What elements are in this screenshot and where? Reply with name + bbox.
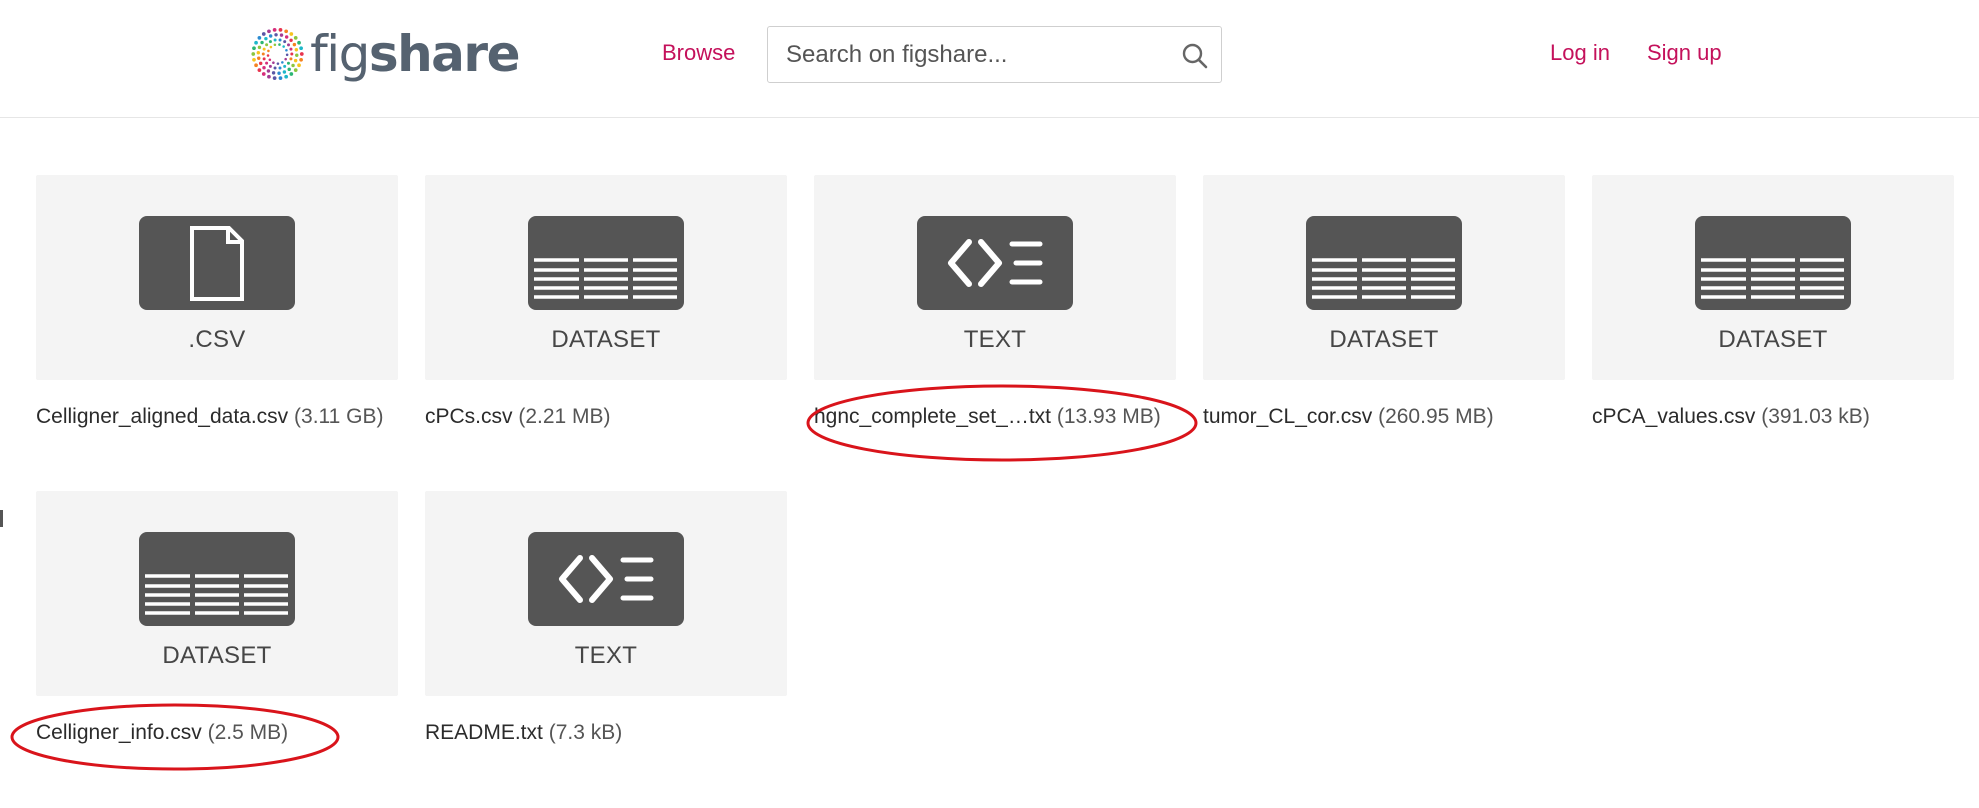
file-type-label: DATASET xyxy=(1718,326,1828,353)
figshare-dots-logo-icon xyxy=(251,28,304,80)
search-input[interactable] xyxy=(786,27,1166,82)
file-link-hgnc-complete-set[interactable]: hgnc_complete_set_…txt (13.93 MB) xyxy=(814,405,1161,429)
file-tile-celligner-info[interactable]: DATASET xyxy=(36,491,398,696)
file-link-tumor-cl-cor[interactable]: tumor_CL_cor.csv (260.95 MB) xyxy=(1203,405,1494,429)
site-header: figshare Browse Log in Sign up xyxy=(0,0,1979,118)
file-type-label: DATASET xyxy=(551,326,661,353)
file-type-label: TEXT xyxy=(963,326,1027,353)
signup-link[interactable]: Sign up xyxy=(1647,40,1722,66)
file-tile-readme[interactable]: TEXT xyxy=(425,491,787,696)
file-tile-tumor-cl-cor[interactable]: DATASET xyxy=(1203,175,1565,380)
file-icon xyxy=(139,216,295,310)
code-text-icon xyxy=(917,216,1073,310)
search-box xyxy=(767,26,1222,83)
table-icon xyxy=(528,216,684,310)
login-link[interactable]: Log in xyxy=(1550,40,1610,66)
page-edge-marker xyxy=(0,510,3,527)
table-icon xyxy=(1695,216,1851,310)
file-type-label: DATASET xyxy=(162,642,272,669)
table-icon xyxy=(1306,216,1462,310)
browse-link[interactable]: Browse xyxy=(662,40,735,66)
file-tile-cpca-values[interactable]: DATASET xyxy=(1592,175,1954,380)
file-type-label: .CSV xyxy=(188,326,246,353)
file-tile-hgnc-complete-set[interactable]: TEXT xyxy=(814,175,1176,380)
file-tile-celligner-aligned-data[interactable]: .CSV xyxy=(36,175,398,380)
file-link-cpcs[interactable]: cPCs.csv (2.21 MB) xyxy=(425,405,611,429)
table-icon xyxy=(139,532,295,626)
file-link-celligner-aligned-data[interactable]: Celligner_aligned_data.csv (3.11 GB) xyxy=(36,405,384,429)
figshare-logo[interactable]: figshare xyxy=(249,12,521,96)
file-type-label: DATASET xyxy=(1329,326,1439,353)
search-icon[interactable] xyxy=(1181,42,1209,70)
file-link-readme[interactable]: README.txt (7.3 kB) xyxy=(425,721,622,745)
file-tile-cpcs[interactable]: DATASET xyxy=(425,175,787,380)
file-type-label: TEXT xyxy=(574,642,638,669)
file-link-cpca-values[interactable]: cPCA_values.csv (391.03 kB) xyxy=(1592,405,1870,429)
file-link-celligner-info[interactable]: Celligner_info.csv (2.5 MB) xyxy=(36,721,288,745)
logo-wordmark: figshare xyxy=(310,25,520,83)
code-text-icon xyxy=(528,532,684,626)
